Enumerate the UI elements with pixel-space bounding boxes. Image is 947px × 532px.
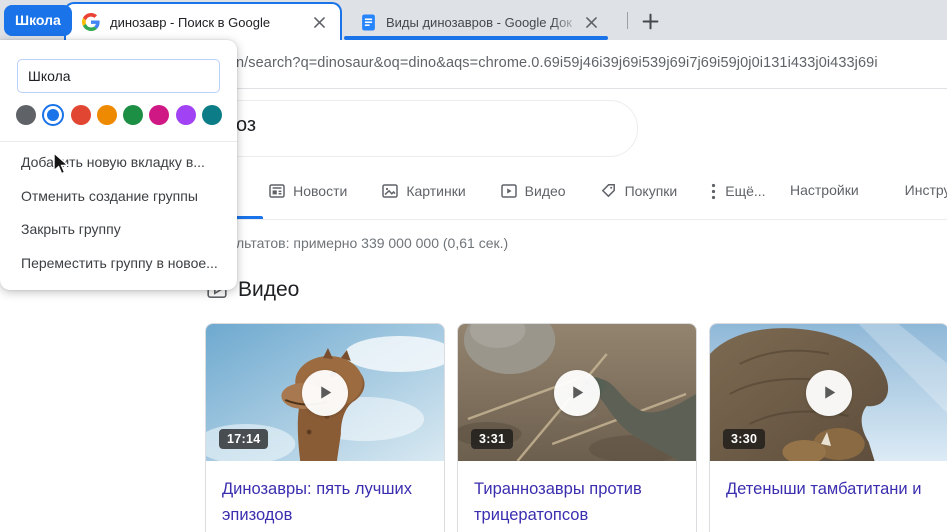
video-results-row: 17:14 Динозавры: пять лучших эпизодов: [205, 323, 947, 532]
more-icon: [711, 183, 716, 200]
video-thumbnail[interactable]: 17:14: [206, 324, 444, 461]
tab-group-popup: Добавить новую вкладку в... Отменить соз…: [0, 40, 237, 290]
video-duration-badge: 3:31: [471, 429, 513, 449]
nav-tab-news[interactable]: Новости: [268, 182, 347, 200]
new-tab-button[interactable]: [638, 9, 662, 33]
video-card[interactable]: 3:31 Тираннозавры против трицератопсов: [457, 323, 697, 532]
selected-dot: [47, 109, 59, 121]
tab-title: динозавр - Поиск в Google: [110, 15, 308, 30]
video-title-link[interactable]: Детеныши тамбатитани и: [710, 461, 947, 502]
settings-link[interactable]: Настройки: [790, 182, 859, 198]
menu-item-add-tab[interactable]: Добавить новую вкладку в...: [0, 146, 237, 180]
tab-group-chip[interactable]: Школа: [4, 5, 72, 36]
tools-link[interactable]: Инструменты: [905, 182, 947, 198]
nav-label: Видео: [525, 183, 566, 199]
group-color-orange[interactable]: [97, 105, 117, 125]
nav-label: Картинки: [406, 183, 465, 199]
video-title-link[interactable]: Динозавры: пять лучших эпизодов: [206, 461, 444, 528]
nav-tab-images[interactable]: Картинки: [381, 182, 465, 200]
images-icon: [381, 182, 399, 200]
group-color-purple[interactable]: [176, 105, 196, 125]
shopping-icon: [600, 182, 618, 200]
mouse-cursor-icon: [50, 152, 72, 181]
tab-close-icon[interactable]: [308, 11, 330, 33]
play-button-icon[interactable]: [554, 370, 600, 416]
url-text: n/search?q=dinosaur&oq=dino&aqs=chrome.0…: [236, 55, 878, 71]
group-color-pink[interactable]: [149, 105, 169, 125]
google-favicon-icon: [82, 13, 100, 31]
title-fade: [552, 14, 582, 36]
play-button-icon[interactable]: [302, 370, 348, 416]
nav-tab-more[interactable]: Ещё...: [711, 183, 765, 200]
popup-menu: Добавить новую вкладку в... Отменить соз…: [0, 146, 237, 280]
video-duration-badge: 17:14: [219, 429, 268, 449]
tab-strip: Школа динозавр - Поиск в Google: [0, 0, 947, 40]
results-stats: льтатов: примерно 339 000 000 (0,61 сек.…: [236, 235, 508, 251]
tab-divider: [627, 12, 628, 29]
nav-tab-video[interactable]: Видео: [500, 182, 566, 200]
group-name-input[interactable]: [17, 59, 220, 93]
nav-tab-shopping[interactable]: Покупки: [600, 182, 678, 200]
results-nav: Все Новости: [210, 182, 766, 200]
tab-title: Виды динозавров - Google Док: [386, 15, 580, 30]
videos-section-title: Видео: [238, 278, 299, 302]
video-title-link[interactable]: Тираннозавры против трицератопсов: [458, 461, 696, 528]
nav-label: Ещё...: [725, 183, 765, 199]
browser-window: Школа динозавр - Поиск в Google: [0, 0, 947, 532]
menu-item-move-group[interactable]: Переместить группу в новое...: [0, 247, 237, 281]
menu-item-close-group[interactable]: Закрыть группу: [0, 213, 237, 247]
video-thumbnail[interactable]: 3:31: [458, 324, 696, 461]
group-color-red[interactable]: [71, 105, 91, 125]
group-color-picker: [16, 104, 222, 126]
play-button-icon[interactable]: [806, 370, 852, 416]
video-card[interactable]: 3:30 Детеныши тамбатитани и: [709, 323, 947, 532]
tab-dinosaur-docs[interactable]: Виды динозавров - Google Док: [346, 6, 608, 38]
video-duration-badge: 3:30: [723, 429, 765, 449]
video-icon: [500, 182, 518, 200]
group-color-green[interactable]: [123, 105, 143, 125]
nav-label: Покупки: [625, 183, 678, 199]
group-color-cyan[interactable]: [202, 105, 222, 125]
nav-label: Новости: [293, 183, 347, 199]
search-query-text: оз: [236, 114, 256, 137]
google-docs-icon: [360, 14, 377, 31]
tab-group-underline: [344, 36, 608, 40]
tab-dinosaur-search[interactable]: динозавр - Поиск в Google: [64, 2, 342, 40]
popup-divider: [0, 141, 237, 142]
video-card[interactable]: 17:14 Динозавры: пять лучших эпизодов: [205, 323, 445, 532]
results-nav-right: Настройки Инструменты: [790, 182, 947, 198]
video-thumbnail[interactable]: 3:30: [710, 324, 947, 461]
menu-item-ungroup[interactable]: Отменить создание группы: [0, 180, 237, 214]
group-color-blue-selected[interactable]: [42, 104, 64, 126]
news-icon: [268, 182, 286, 200]
tab-close-icon[interactable]: [580, 11, 602, 33]
group-color-grey[interactable]: [16, 105, 36, 125]
